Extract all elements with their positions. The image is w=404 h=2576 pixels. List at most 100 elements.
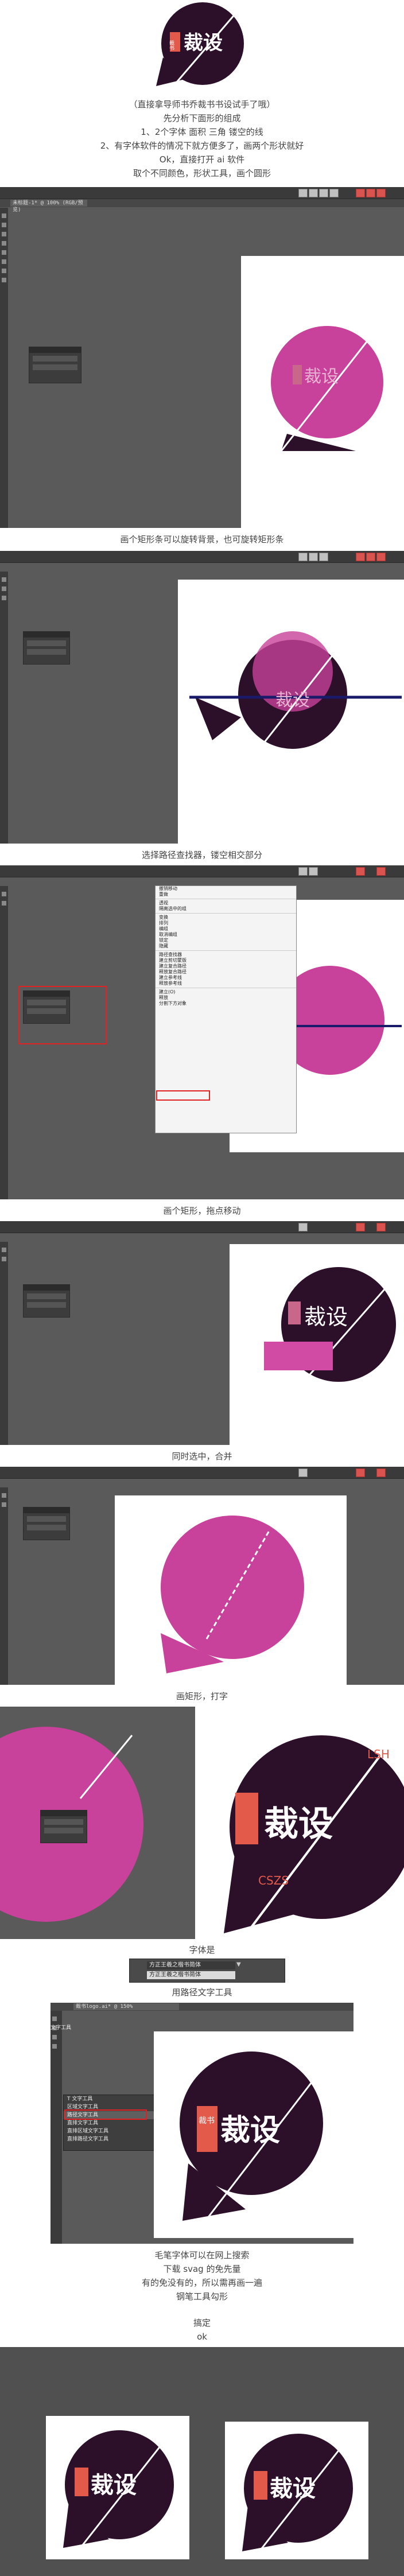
context-menu-item[interactable]: 变换 <box>156 915 296 920</box>
type-tool-icon[interactable] <box>2 241 6 246</box>
context-menu-item[interactable]: 路径查找器 <box>156 952 296 958</box>
selection-tool-icon[interactable] <box>52 2016 57 2021</box>
rotate-tool-icon[interactable] <box>2 269 6 273</box>
window-button[interactable] <box>356 1223 365 1231</box>
selection-tool-icon[interactable] <box>2 577 6 582</box>
window-button[interactable] <box>356 553 365 561</box>
context-menu-item[interactable]: 编组 <box>156 926 296 932</box>
final-logo-right: 裁设 <box>242 2430 355 2552</box>
window-button[interactable] <box>309 553 318 561</box>
close-button[interactable] <box>376 1223 386 1231</box>
selection-tool-icon[interactable] <box>2 1493 6 1498</box>
context-menu-item[interactable]: 建立参考线 <box>156 975 296 981</box>
context-menu-item[interactable]: 建立(O) <box>156 989 296 995</box>
window-button[interactable] <box>356 1468 365 1477</box>
context-menu-item[interactable]: 撤销移动 <box>156 886 296 892</box>
document-tab[interactable]: 裁书logo.ai* @ 150% <box>73 2003 179 2010</box>
selection-tool-icon[interactable] <box>2 1248 6 1252</box>
window-button[interactable] <box>366 553 375 561</box>
type-tool-item[interactable]: T 文字工具 <box>64 2095 156 2103</box>
window-button[interactable] <box>298 553 308 561</box>
tools-panel <box>0 1487 8 1685</box>
caption-intro-2: 先分析下面形的组成 <box>163 113 241 123</box>
tools-flyout-title: 文字工具 <box>50 2025 72 2031</box>
document-tab[interactable]: 未标题-1* @ 100% (RGB/预览) <box>10 200 87 213</box>
caption-rect-rotate: 画个矩形条可以旋转背景，也可旋转矩形条 <box>120 534 284 545</box>
caption-brush-2: 下载 svag 的免先量 <box>163 2264 241 2274</box>
pathfinder-panel <box>23 1284 70 1318</box>
logo-main-text: 裁设 <box>220 2113 280 2148</box>
context-menu-item[interactable]: 重做 <box>156 892 296 897</box>
selection-tool-icon[interactable] <box>2 892 6 896</box>
caption-move: 画个矩形，拖点移动 <box>163 1206 241 1216</box>
close-button[interactable] <box>376 867 386 876</box>
window-button[interactable] <box>298 867 308 876</box>
pen-tool-icon[interactable] <box>2 1257 6 1261</box>
shape-tool-icon[interactable] <box>52 2044 57 2049</box>
tools-panel <box>0 572 8 844</box>
pen-tool-icon[interactable] <box>2 232 6 236</box>
pen-tool-icon[interactable] <box>2 1502 6 1507</box>
context-menu-item[interactable]: 分割下方对象 <box>156 1001 296 1007</box>
pen-tool-icon[interactable] <box>2 586 6 591</box>
artwork <box>161 1516 304 1673</box>
window-button[interactable] <box>298 1223 308 1231</box>
window-button[interactable] <box>298 1468 308 1477</box>
logo-arc-text-2: LSH <box>367 1747 390 1761</box>
window-button[interactable] <box>298 189 308 197</box>
vertical-area-type-tool-item[interactable]: 直排区域文字工具 <box>64 2127 156 2135</box>
caption-type: 画矩形，打字 <box>176 1691 228 1701</box>
window-button[interactable] <box>319 189 328 197</box>
scale-tool-icon[interactable] <box>2 278 6 282</box>
context-menu-item[interactable]: 建立剪切蒙版 <box>156 958 296 963</box>
vertical-path-type-tool-item[interactable]: 直排路径文字工具 <box>64 2135 156 2143</box>
context-menu-item[interactable]: 排列 <box>156 920 296 926</box>
close-button[interactable] <box>376 553 386 561</box>
caption-type-2: 字体是 <box>189 1945 215 1955</box>
ai-screenshot-4: 裁设 <box>0 1221 404 1445</box>
window-button[interactable] <box>366 189 375 197</box>
type-tool-icon[interactable] <box>2 596 6 600</box>
window-button[interactable] <box>356 867 365 876</box>
final-logo-artwork: 裁设 CSZS LSH <box>224 1723 404 1934</box>
context-menu-item[interactable]: 锁定 <box>156 938 296 943</box>
context-menu-item[interactable]: 隐藏 <box>156 943 296 949</box>
window-button[interactable] <box>309 189 318 197</box>
caption-intro-1: （直接拿导师书乔裁书书设试手了哦） <box>129 99 275 110</box>
direct-select-icon[interactable] <box>2 223 6 227</box>
close-button[interactable] <box>376 1468 386 1477</box>
window-button[interactable] <box>319 553 328 561</box>
logo-main-text: 裁设 <box>91 2472 137 2499</box>
context-menu-item[interactable]: 建立复合路径 <box>156 963 296 969</box>
caption-brush-4: 钢笔工具勾形 <box>176 2291 228 2302</box>
type-tool-icon[interactable] <box>52 2035 57 2039</box>
ai-screenshot-final: 裁设 裁设 <box>0 2347 404 2576</box>
close-button[interactable] <box>376 189 386 197</box>
pen-tool-icon[interactable] <box>2 901 6 906</box>
window-button[interactable] <box>329 189 339 197</box>
chevron-down-icon[interactable]: ▼ <box>236 1961 241 1968</box>
window-button[interactable] <box>309 867 318 876</box>
window-button[interactable] <box>356 189 365 197</box>
font-dropdown[interactable]: 方正王羲之楷书简体 <box>147 1961 235 1969</box>
context-menu-item[interactable]: 透视 <box>156 900 296 906</box>
vertical-type-tool-item[interactable]: 直排文字工具 <box>64 2119 156 2127</box>
shape-tool-icon[interactable] <box>2 250 6 255</box>
final-logo-left: 裁设 <box>63 2427 176 2548</box>
selection-tool-icon[interactable] <box>2 213 6 218</box>
context-menu-item[interactable]: 释放 <box>156 995 296 1001</box>
context-menu-item[interactable]: 取消编组 <box>156 932 296 938</box>
caption-intro-5: Ok，直接打开 ai 软件 <box>159 154 245 165</box>
ai-screenshot-2: 裁设 <box>0 551 404 844</box>
context-menu-item[interactable]: 释放参考线 <box>156 981 296 986</box>
context-menu-item[interactable]: 隔离选中的组 <box>156 906 296 912</box>
artwork: 裁设 <box>271 318 386 452</box>
font-dropdown-option[interactable]: 方正王羲之楷书简体 <box>147 1971 235 1979</box>
highlight-menu-item <box>156 1090 210 1101</box>
caption-done-1: 搞定 <box>193 2318 211 2328</box>
logo-main-text: 裁设 <box>184 32 223 55</box>
brush-tool-icon[interactable] <box>2 259 6 264</box>
context-menu-item[interactable]: 释放复合路径 <box>156 969 296 975</box>
tools-panel <box>50 2011 62 2244</box>
type-tools-flyout[interactable]: T 文字工具 区域文字工具 路径文字工具 直排文字工具 直排区域文字工具 直排路… <box>63 2095 156 2151</box>
